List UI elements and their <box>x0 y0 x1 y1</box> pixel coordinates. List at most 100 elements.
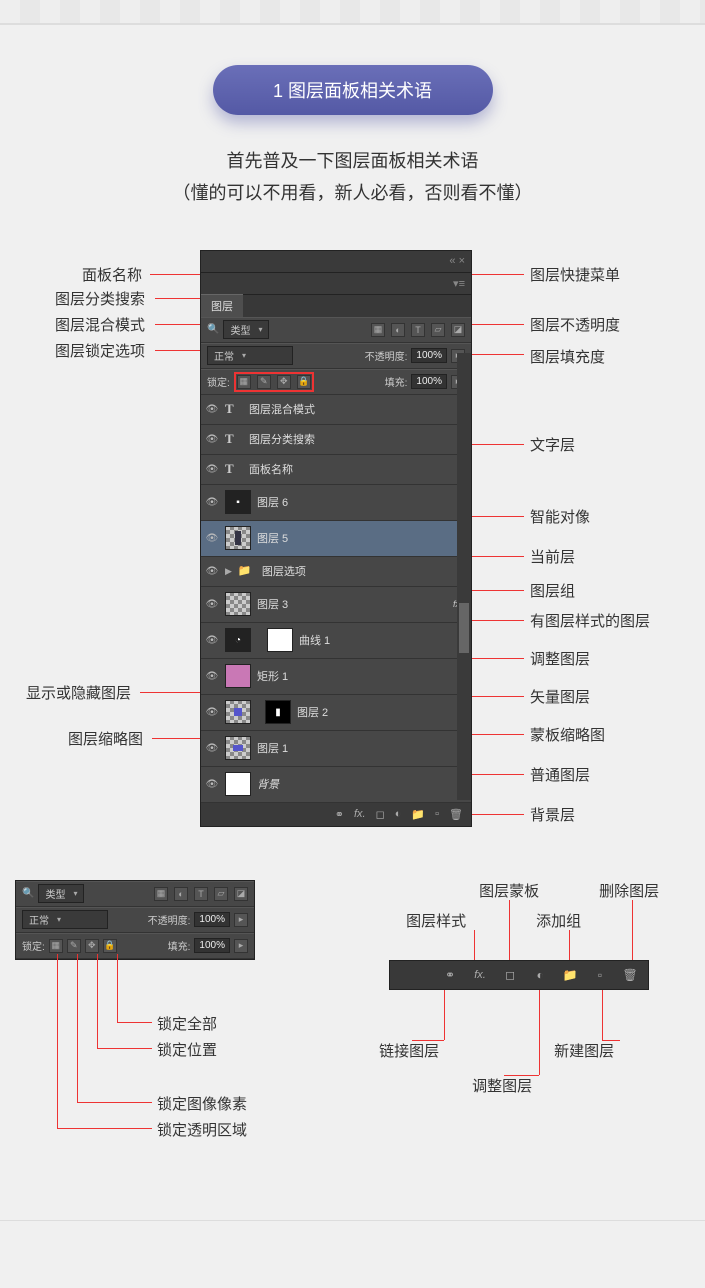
layer-name: 图层选项 <box>262 563 306 579</box>
trash-icon[interactable]: 🗑 <box>449 808 463 821</box>
scrollbar[interactable] <box>457 353 471 800</box>
leader-line <box>97 954 98 1048</box>
layer-type-filter-dropdown[interactable]: 类型 <box>38 884 84 903</box>
layer-row[interactable]: 👁 图层 1 <box>201 731 471 767</box>
opacity-label: 不透明度: <box>148 912 191 927</box>
visibility-icon[interactable]: 👁 <box>205 564 219 578</box>
mask-thumbnail: ▮ <box>265 700 291 724</box>
new-layer-icon[interactable]: ▫ <box>435 808 439 821</box>
layer-thumbnail <box>225 700 251 724</box>
tab-layers[interactable]: 图层 <box>201 294 243 317</box>
layer-row[interactable]: 👁 背景 🔒 <box>201 767 471 803</box>
visibility-icon[interactable]: 👁 <box>205 669 219 683</box>
lock-pixels-icon[interactable]: ✎ <box>67 939 81 953</box>
layer-row[interactable]: 👁 图层 3 fx ▾ <box>201 587 471 623</box>
fx-icon[interactable]: fx. <box>472 967 488 983</box>
decorative-top <box>0 0 705 25</box>
filter-pixel-icon[interactable]: ▦ <box>154 887 168 901</box>
panel-tabs: 图层 <box>201 295 471 317</box>
fill-value[interactable]: 100% <box>411 374 447 389</box>
lock-pixels-icon[interactable]: ✎ <box>257 375 271 389</box>
mask-icon[interactable]: ◻ <box>502 967 518 983</box>
leader-line <box>57 954 58 1128</box>
visibility-icon[interactable]: 👁 <box>205 705 219 719</box>
layer-thumbnail <box>225 526 251 550</box>
visibility-icon[interactable]: 👁 <box>205 462 219 476</box>
leader-line <box>412 1040 444 1041</box>
folder-icon[interactable]: 📁 <box>411 808 425 821</box>
visibility-icon[interactable]: 👁 <box>205 777 219 791</box>
trash-icon[interactable]: 🗑 <box>622 967 638 983</box>
filter-text-icon[interactable]: T <box>411 323 425 337</box>
filter-smart-icon[interactable]: ◪ <box>451 323 465 337</box>
lock-all-icon[interactable]: 🔒 <box>103 939 117 953</box>
toolbar-diagram: 图层蒙板 删除图层 图层样式 添加组 链接图层 新建图层 调整图层 ⚭ fx. … <box>344 880 690 1140</box>
arrow-icon[interactable]: ▸ <box>234 939 248 953</box>
blend-mode-dropdown[interactable]: 正常 <box>22 910 108 929</box>
layer-type-filter-dropdown[interactable]: 类型 <box>223 320 269 339</box>
visibility-icon[interactable]: 👁 <box>205 402 219 416</box>
visibility-icon[interactable]: 👁 <box>205 633 219 647</box>
lock-all-icon[interactable]: 🔒 <box>297 375 311 389</box>
fx-icon[interactable]: fx. <box>354 808 366 821</box>
layer-name: 图层 3 <box>257 596 288 612</box>
visibility-icon[interactable]: 👁 <box>205 531 219 545</box>
layer-name: 图层 5 <box>257 530 288 546</box>
lock-trans-icon[interactable]: ▦ <box>49 939 63 953</box>
visibility-icon[interactable]: 👁 <box>205 597 219 611</box>
lock-pos-icon[interactable]: ✥ <box>277 375 291 389</box>
page-content: 1 图层面板相关术语 首先普及一下图层面板相关术语 （懂的可以不用看，新人必看，… <box>0 25 705 1220</box>
layer-row[interactable]: 👁 矩形 1 <box>201 659 471 695</box>
style-label: 图层样式 <box>406 910 466 931</box>
visibility-icon[interactable]: 👁 <box>205 432 219 446</box>
mask-icon[interactable]: ◻ <box>376 808 385 821</box>
filter-smart-icon[interactable]: ◪ <box>234 887 248 901</box>
arrow-icon[interactable]: ▸ <box>234 913 248 927</box>
opacity-value[interactable]: 100% <box>411 348 447 363</box>
callout-show-hide: 显示或隐藏图层 <box>26 682 131 703</box>
filter-pixel-icon[interactable]: ▦ <box>371 323 385 337</box>
layer-row-selected[interactable]: 👁 图层 5 <box>201 521 471 557</box>
layer-thumbnail <box>225 592 251 616</box>
lock-pos-icon[interactable]: ✥ <box>85 939 99 953</box>
folder-icon[interactable]: 📁 <box>562 967 578 983</box>
filter-text-icon[interactable]: T <box>194 887 208 901</box>
visibility-icon[interactable]: 👁 <box>205 495 219 509</box>
callout-blend-mode: 图层混合模式 <box>55 314 145 335</box>
new-layer-icon[interactable]: ▫ <box>592 967 608 983</box>
link-icon[interactable]: ⚭ <box>335 808 344 821</box>
text-layer-icon: T <box>225 431 243 447</box>
scroll-thumb[interactable] <box>459 603 469 653</box>
panel-menu-icon[interactable]: ▾≡ <box>453 277 465 290</box>
adjust-icon[interactable]: ◐ <box>395 808 402 821</box>
expand-icon[interactable]: ▶ <box>225 566 232 577</box>
layer-row[interactable]: 👁 T 面板名称 <box>201 455 471 485</box>
layer-name: 背景 <box>257 776 279 792</box>
folder-icon: 📁 <box>238 564 256 578</box>
link-label: 链接图层 <box>379 1040 439 1061</box>
opacity-value[interactable]: 100% <box>194 912 230 927</box>
fill-value[interactable]: 100% <box>194 938 230 953</box>
filter-shape-icon[interactable]: ▱ <box>214 887 228 901</box>
filter-adjust-icon[interactable]: ◐ <box>174 887 188 901</box>
layer-row[interactable]: 👁 ▪ 图层 6 <box>201 485 471 521</box>
bottom-toolbar: ⚭ fx. ◻ ◐ 📁 ▫ 🗑 <box>389 960 649 990</box>
layer-group-row[interactable]: 👁 ▶ 📁 图层选项 <box>201 557 471 587</box>
leader-line <box>77 954 78 1102</box>
filter-adjust-icon[interactable]: ◐ <box>391 323 405 337</box>
filter-shape-icon[interactable]: ▱ <box>431 323 445 337</box>
layer-row[interactable]: 👁 ◔ 曲线 1 <box>201 623 471 659</box>
layer-row[interactable]: 👁 ▮ 图层 2 🔒 <box>201 695 471 731</box>
filter-icons: ▦ ◐ T ▱ ◪ <box>371 323 465 337</box>
layer-row[interactable]: 👁 T 图层分类搜索 <box>201 425 471 455</box>
layer-thumbnail <box>225 664 251 688</box>
blend-mode-dropdown[interactable]: 正常 <box>207 346 293 365</box>
visibility-icon[interactable]: 👁 <box>205 741 219 755</box>
callout-styled: 有图层样式的图层 <box>530 610 650 631</box>
collapse-icon[interactable]: « × <box>449 255 465 267</box>
layer-row[interactable]: 👁 T 图层混合模式 <box>201 395 471 425</box>
lock-trans-icon[interactable]: ▦ <box>237 375 251 389</box>
link-icon[interactable]: ⚭ <box>442 967 458 983</box>
adjust-icon: ◔ <box>225 628 251 652</box>
adjust-icon[interactable]: ◐ <box>532 967 548 983</box>
